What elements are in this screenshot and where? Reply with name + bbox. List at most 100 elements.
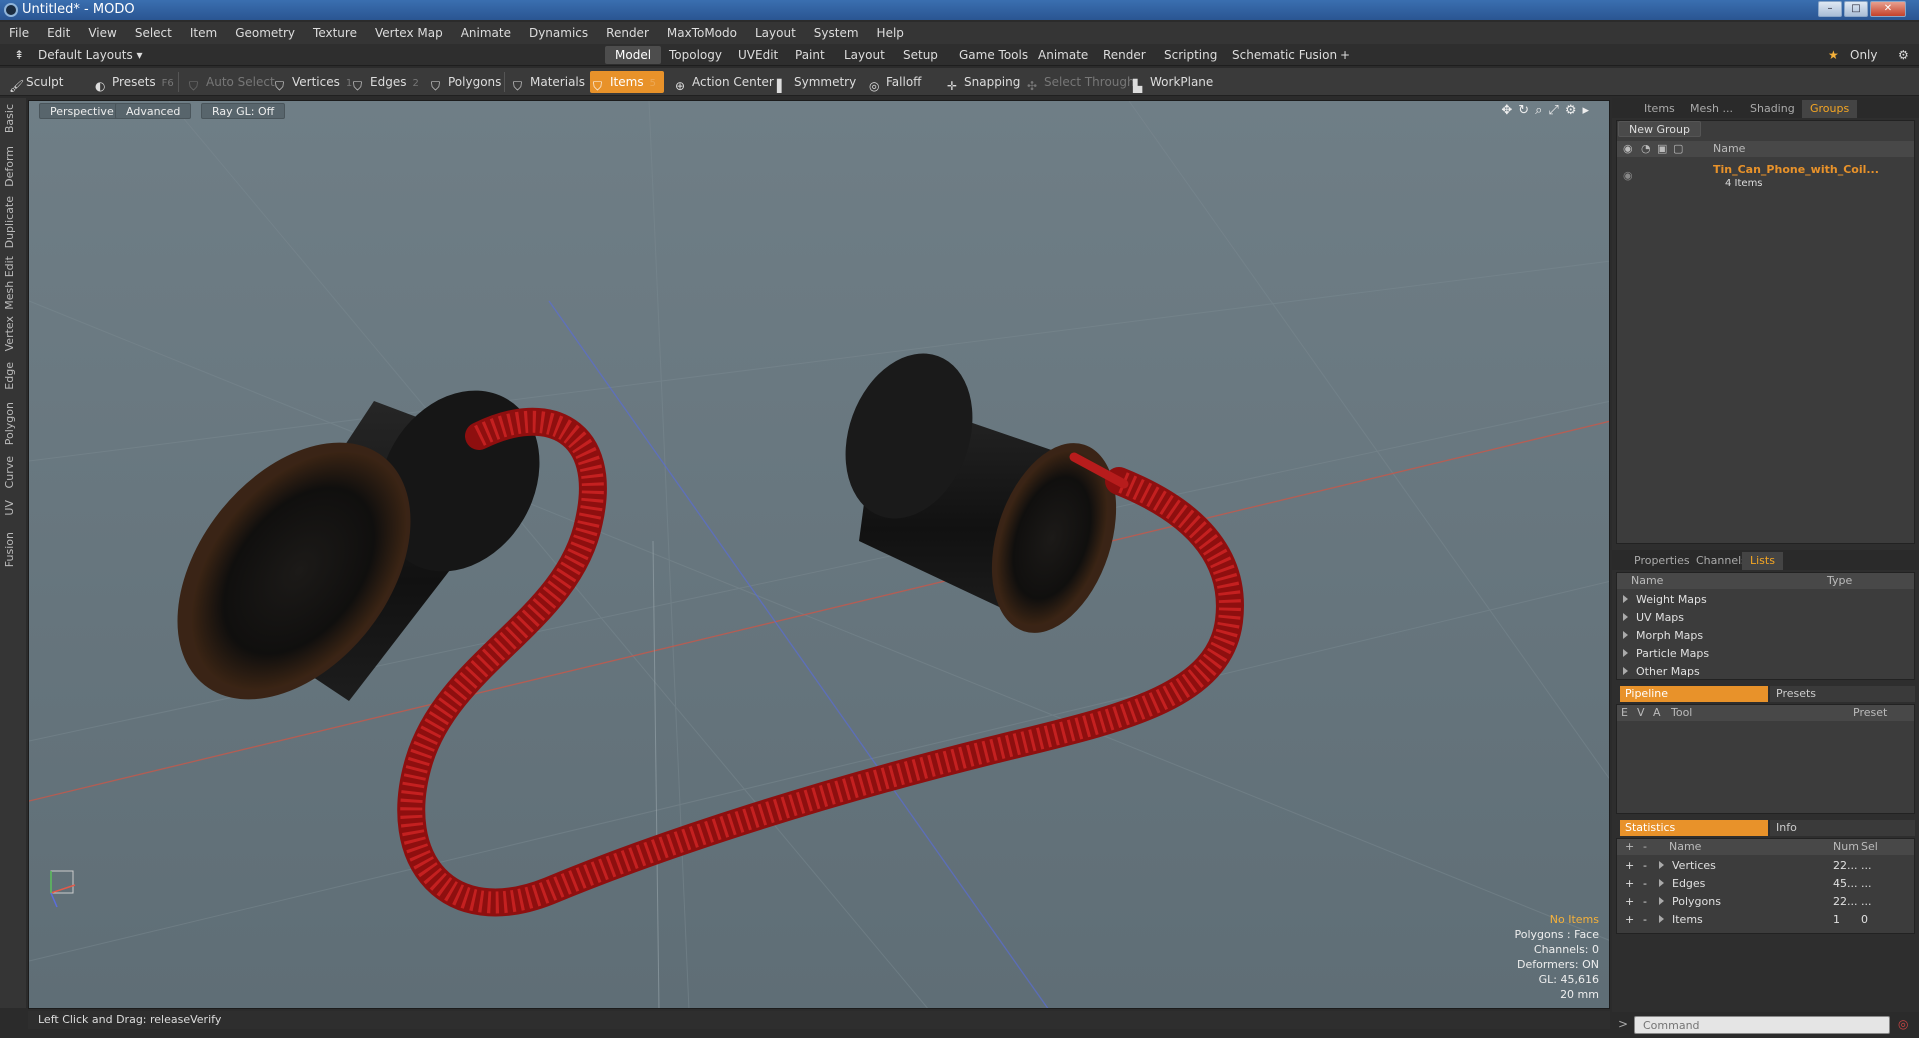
move-view-icon[interactable]: ✥ bbox=[1501, 103, 1518, 118]
group-eye-icon[interactable]: ◉ bbox=[1623, 169, 1633, 183]
tab-info[interactable]: Info bbox=[1770, 820, 1915, 836]
tab-statistics[interactable]: Statistics bbox=[1620, 820, 1768, 836]
select-through-button[interactable]: ✣ Select Through bbox=[1024, 71, 1143, 93]
menu-texture[interactable]: Texture bbox=[304, 22, 366, 44]
menu-select[interactable]: Select bbox=[126, 22, 181, 44]
symmetry-button[interactable]: ▌ Symmetry bbox=[774, 71, 864, 93]
tab-properties[interactable]: Properties bbox=[1626, 552, 1698, 570]
record-icon[interactable]: ◎ bbox=[1898, 1017, 1908, 1031]
menu-animate[interactable]: Animate bbox=[452, 22, 520, 44]
stats-add-icon[interactable]: + bbox=[1625, 893, 1634, 911]
tab-animate[interactable]: Animate bbox=[1028, 46, 1098, 64]
stats-remove-icon[interactable]: - bbox=[1643, 875, 1647, 893]
group-row[interactable]: ◉ Tin_Can_Phone_with_Coil... 4 Items bbox=[1617, 161, 1914, 193]
stats-row-vertices[interactable]: + - Vertices 22... ... bbox=[1617, 857, 1914, 875]
menu-geometry[interactable]: Geometry bbox=[226, 22, 304, 44]
stats-remove-icon[interactable]: - bbox=[1643, 893, 1647, 911]
viewport-menu-icon[interactable]: ▸ bbox=[1582, 103, 1595, 118]
tool-tab-duplicate[interactable]: Duplicate bbox=[3, 196, 23, 248]
stats-add-icon[interactable]: + bbox=[1625, 857, 1634, 875]
close-button[interactable]: ✕ bbox=[1870, 1, 1906, 17]
stats-remove-icon[interactable]: - bbox=[1643, 911, 1647, 929]
only-toggle[interactable]: Only bbox=[1840, 46, 1888, 64]
layout-selector[interactable]: Default Layouts ▾ bbox=[28, 46, 153, 64]
materials-button[interactable]: ⛉ Materials bbox=[510, 71, 593, 93]
tool-tab-vertex[interactable]: Vertex bbox=[3, 316, 23, 351]
menu-render[interactable]: Render bbox=[597, 22, 658, 44]
stats-add-icon[interactable]: + bbox=[1625, 911, 1634, 929]
tab-items[interactable]: Items bbox=[1636, 100, 1683, 118]
menu-item[interactable]: Item bbox=[181, 22, 226, 44]
menu-help[interactable]: Help bbox=[868, 22, 913, 44]
tool-tab-curve[interactable]: Curve bbox=[3, 456, 23, 488]
3d-viewport[interactable]: Perspective Advanced Ray GL: Off ✥↻⌕⤢⚙▸ … bbox=[28, 100, 1610, 1009]
menu-system[interactable]: System bbox=[805, 22, 868, 44]
tab-lists[interactable]: Lists bbox=[1742, 552, 1783, 570]
workplane-button[interactable]: ▙ WorkPlane bbox=[1130, 71, 1221, 93]
menu-maxtomodo[interactable]: MaxToModo bbox=[658, 22, 746, 44]
vertices-button[interactable]: ⛉ Vertices 1 bbox=[272, 71, 360, 93]
stats-add-icon[interactable]: + bbox=[1625, 875, 1634, 893]
tab-shading[interactable]: Shading bbox=[1742, 100, 1803, 118]
new-group-button[interactable]: New Group bbox=[1618, 121, 1701, 137]
items-button[interactable]: ⛉ Items 5 bbox=[590, 71, 664, 93]
tab-scripting[interactable]: Scripting bbox=[1154, 46, 1227, 64]
tab-mesh[interactable]: Mesh ... bbox=[1682, 100, 1741, 118]
tab-setup[interactable]: Setup bbox=[893, 46, 948, 64]
sculpt-button[interactable]: 🖌 Sculpt bbox=[6, 71, 71, 93]
menu-layout[interactable]: Layout bbox=[746, 22, 805, 44]
list-item[interactable]: Weight Maps bbox=[1617, 591, 1707, 609]
tab-game-tools[interactable]: Game Tools bbox=[949, 46, 1038, 64]
tool-tab-polygon[interactable]: Polygon bbox=[3, 402, 23, 445]
list-item[interactable]: Morph Maps bbox=[1617, 627, 1703, 645]
minimize-button[interactable]: – bbox=[1818, 1, 1842, 17]
gear-icon[interactable]: ⚙ bbox=[1888, 46, 1919, 64]
maximize-view-icon[interactable]: ⤢ bbox=[1548, 103, 1564, 118]
menu-edit[interactable]: Edit bbox=[38, 22, 79, 44]
tab-topology[interactable]: Topology bbox=[659, 46, 732, 64]
tab-render[interactable]: Render bbox=[1093, 46, 1156, 64]
menu-vertex-map[interactable]: Vertex Map bbox=[366, 22, 452, 44]
auto-select-button[interactable]: ⛉ Auto Select bbox=[186, 71, 283, 93]
polygons-button[interactable]: ⛉ Polygons bbox=[428, 71, 509, 93]
stats-remove-icon[interactable]: - bbox=[1643, 839, 1647, 855]
command-input[interactable] bbox=[1634, 1016, 1890, 1034]
rotate-view-icon[interactable]: ↻ bbox=[1518, 103, 1535, 118]
tool-tab-uv[interactable]: UV bbox=[3, 500, 23, 516]
snapping-button[interactable]: ✛ Snapping bbox=[944, 71, 1028, 93]
tool-tab-fusion[interactable]: Fusion bbox=[3, 532, 23, 567]
menu-view[interactable]: View bbox=[79, 22, 125, 44]
tab-presets[interactable]: Presets bbox=[1770, 686, 1915, 702]
menu-file[interactable]: File bbox=[0, 22, 38, 44]
maximize-button[interactable]: □ bbox=[1844, 1, 1868, 17]
tool-tab-mesh-edit[interactable]: Mesh Edit bbox=[3, 256, 23, 310]
stats-remove-icon[interactable]: - bbox=[1643, 857, 1647, 875]
perspective-dropdown[interactable]: Perspective bbox=[39, 103, 125, 119]
stats-row-items[interactable]: + - Items 1 0 bbox=[1617, 911, 1914, 929]
falloff-button[interactable]: ◎ Falloff bbox=[866, 71, 929, 93]
tab-pipeline[interactable]: Pipeline bbox=[1620, 686, 1768, 702]
action-center-button[interactable]: ⊕ Action Center bbox=[672, 71, 782, 93]
raygl-dropdown[interactable]: Ray GL: Off bbox=[201, 103, 286, 119]
viewport-settings-icon[interactable]: ⚙ bbox=[1565, 103, 1583, 118]
tab-model[interactable]: Model bbox=[605, 46, 662, 64]
list-item[interactable]: Other Maps bbox=[1617, 663, 1700, 681]
tab-schematic-fusion[interactable]: Schematic Fusion bbox=[1222, 46, 1347, 64]
tab-groups[interactable]: Groups bbox=[1802, 100, 1858, 118]
advanced-dropdown[interactable]: Advanced bbox=[115, 103, 192, 119]
tab-uvedit[interactable]: UVEdit bbox=[728, 46, 788, 64]
zoom-view-icon[interactable]: ⌕ bbox=[1535, 103, 1548, 118]
menu-dynamics[interactable]: Dynamics bbox=[520, 22, 597, 44]
list-item[interactable]: UV Maps bbox=[1617, 609, 1684, 627]
tab-layout[interactable]: Layout bbox=[834, 46, 895, 64]
tool-tab-edge[interactable]: Edge bbox=[3, 362, 23, 390]
tool-tab-deform[interactable]: Deform bbox=[3, 146, 23, 187]
stats-row-polygons[interactable]: + - Polygons 22... ... bbox=[1617, 893, 1914, 911]
tool-tab-basic[interactable]: Basic bbox=[3, 104, 23, 133]
stats-row-edges[interactable]: + - Edges 45... ... bbox=[1617, 875, 1914, 893]
edges-button[interactable]: ⛉ Edges 2 bbox=[350, 71, 427, 93]
stats-add-icon[interactable]: + bbox=[1625, 839, 1634, 855]
list-item[interactable]: Particle Maps bbox=[1617, 645, 1709, 663]
tab-paint[interactable]: Paint bbox=[785, 46, 835, 64]
add-tab-icon[interactable]: + bbox=[1330, 46, 1360, 64]
